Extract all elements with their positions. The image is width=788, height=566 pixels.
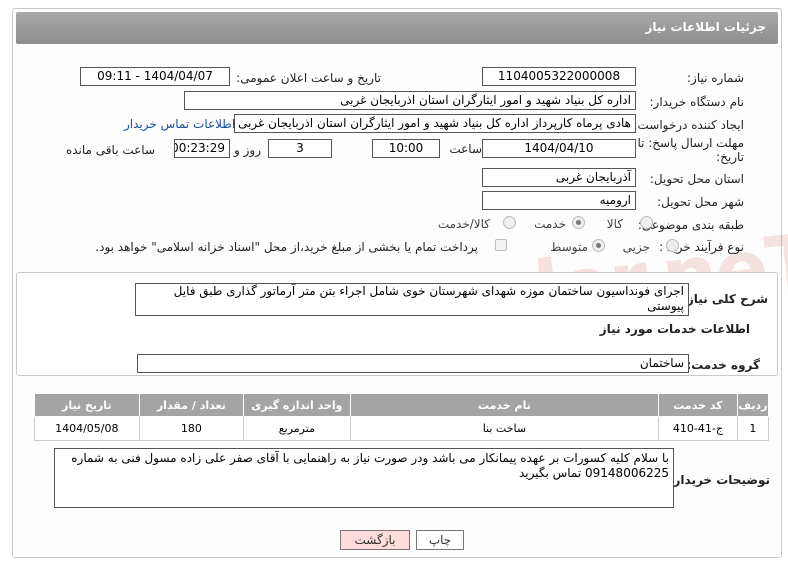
delivery-province-label: استان محل تحویل: bbox=[649, 172, 744, 186]
announce-date-field: 1404/04/07 - 09:11 bbox=[80, 67, 230, 86]
treasury-payment-note: پرداخت تمام یا بخشی از مبلغ خرید،از محل … bbox=[95, 240, 478, 254]
request-creator-field: هادی پرماه کارپرداز اداره کل بنیاد شهید … bbox=[234, 114, 636, 133]
back-button[interactable]: بازگشت bbox=[340, 530, 410, 550]
days-label: روز و bbox=[234, 143, 261, 157]
buyer-contact-link[interactable]: اطلاعات تماس خریدار bbox=[124, 117, 235, 131]
buyer-org-label: نام دستگاه خریدار: bbox=[649, 95, 745, 109]
deadline-date-field: 1404/04/10 bbox=[482, 139, 636, 158]
cell-service-code: ج-41-410 bbox=[658, 416, 738, 441]
process-radio-medium[interactable] bbox=[592, 239, 605, 252]
table-header-row: ردیف کد خدمت نام خدمت واحد اندازه گیری ت… bbox=[34, 393, 770, 417]
services-table: ردیف کد خدمت نام خدمت واحد اندازه گیری ت… bbox=[34, 393, 770, 441]
services-section-title: اطلاعات خدمات مورد نیاز bbox=[599, 322, 750, 336]
cell-need-date: 1404/05/08 bbox=[34, 416, 140, 441]
delivery-city-field: ارومیه bbox=[482, 191, 636, 210]
request-creator-label: ایجاد کننده درخواست: bbox=[633, 118, 744, 132]
service-group-label: گروه خدمت: bbox=[686, 358, 760, 372]
category-radio-goods[interactable] bbox=[640, 216, 653, 229]
column-header-quantity: تعداد / مقدار bbox=[138, 393, 245, 417]
category-option-goods-service: کالا/خدمت bbox=[437, 217, 490, 231]
need-summary-label: شرح کلی نیاز: bbox=[682, 292, 768, 306]
cell-service-name: ساخت بنا bbox=[349, 416, 660, 441]
remaining-time-field: 00:23:29 bbox=[174, 139, 230, 158]
need-number-label: شماره نیاز: bbox=[687, 71, 744, 85]
delivery-city-label: شهر محل تحویل: bbox=[657, 195, 744, 209]
buyer-notes-label: توضیحات خریدار: bbox=[668, 473, 770, 487]
service-group-field: ساختمان bbox=[137, 354, 689, 373]
column-header-service-name: نام خدمت bbox=[349, 393, 660, 417]
column-header-unit: واحد اندازه گیری bbox=[243, 393, 351, 417]
column-header-row-number: ردیف bbox=[736, 393, 770, 417]
treasury-payment-checkbox[interactable] bbox=[495, 239, 507, 251]
cell-quantity: 180 bbox=[138, 416, 245, 441]
category-option-service: خدمت bbox=[534, 217, 566, 231]
category-option-goods: کالا bbox=[606, 217, 623, 231]
remaining-time-label: ساعت باقی مانده bbox=[65, 143, 155, 157]
panel-title: جزئیات اطلاعات نیاز bbox=[645, 20, 766, 34]
buyer-org-field: اداره کل بنیاد شهید و امور ایثارگران است… bbox=[184, 91, 636, 110]
deadline-label: مهلت ارسال پاسخ: تا bbox=[637, 136, 744, 150]
deadline-time-field: 10:00 bbox=[372, 139, 440, 158]
buyer-notes-field: با سلام کلیه کسورات بر عهده پیمانکار می … bbox=[54, 448, 674, 508]
process-option-medium: متوسط bbox=[550, 240, 588, 254]
cell-row-number: 1 bbox=[736, 416, 770, 441]
process-option-minor: جزیی bbox=[622, 240, 650, 254]
panel-header: جزئیات اطلاعات نیاز bbox=[16, 12, 778, 44]
remaining-days-field: 3 bbox=[268, 139, 332, 158]
print-button[interactable]: چاپ bbox=[416, 530, 464, 550]
need-summary-field: اجرای فونداسیون ساختمان موزه شهدای شهرست… bbox=[135, 283, 689, 316]
deadline-time-label: ساعت bbox=[449, 142, 482, 156]
deadline-label-date: تاریخ: bbox=[716, 150, 744, 164]
category-radio-goods-service[interactable] bbox=[503, 216, 516, 229]
column-header-service-code: کد خدمت bbox=[658, 393, 738, 417]
table-row: 1 ج-41-410 ساخت بنا مترمربع 180 1404/05/… bbox=[34, 416, 770, 441]
announce-date-label: تاریخ و ساعت اعلان عمومی: bbox=[236, 71, 381, 85]
cell-unit: مترمربع bbox=[243, 416, 351, 441]
column-header-need-date: تاریخ نیاز bbox=[34, 393, 140, 417]
need-number-field: 1104005322000008 bbox=[482, 67, 636, 86]
process-radio-minor[interactable] bbox=[666, 239, 679, 252]
delivery-province-field: آذربایجان غربی bbox=[482, 168, 636, 187]
category-label: طبقه بندی موضوعی: bbox=[637, 218, 744, 232]
category-radio-service[interactable] bbox=[572, 216, 585, 229]
